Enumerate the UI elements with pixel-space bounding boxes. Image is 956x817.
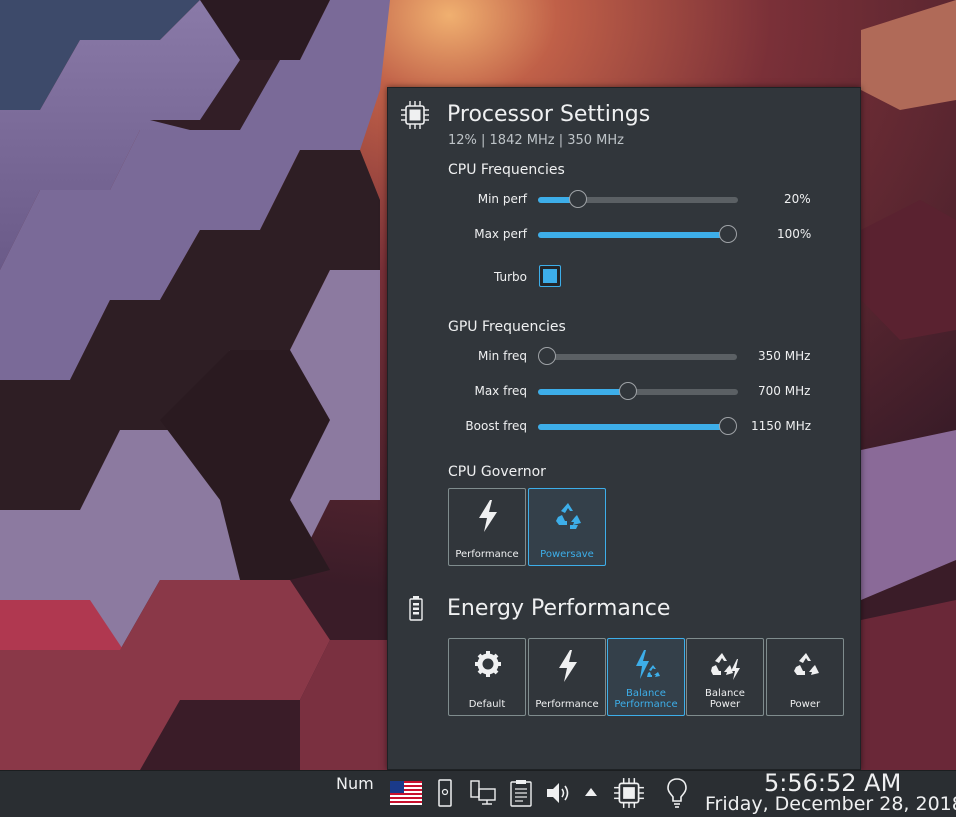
button-label: Power	[789, 699, 821, 710]
max-perf-value: 100%	[777, 227, 812, 241]
us-flag-icon[interactable]	[390, 781, 422, 805]
cpu-chip-icon[interactable]	[613, 777, 645, 809]
checkbox-checkmark	[543, 269, 557, 283]
expand-arrow-icon[interactable]	[584, 787, 598, 797]
turbo-checkbox[interactable]	[539, 265, 561, 287]
slider-fill	[538, 232, 728, 238]
energy-performance-title: Energy Performance	[447, 596, 671, 621]
num-lock-indicator: Num	[336, 774, 374, 793]
min-perf-label: Min perf	[477, 192, 527, 206]
max-freq-label: Max freq	[474, 384, 527, 398]
label-line-2: Performance	[614, 699, 678, 710]
volume-icon[interactable]	[545, 780, 573, 806]
clipboard-icon[interactable]	[509, 779, 533, 807]
energy-power-button[interactable]: Power	[766, 638, 844, 716]
popup-title: Processor Settings	[447, 102, 651, 127]
network-icon[interactable]	[469, 779, 497, 807]
energy-performance-button[interactable]: Performance	[528, 638, 606, 716]
button-label: Performance	[455, 549, 519, 560]
phone-icon[interactable]	[437, 779, 453, 807]
lightning-recycle-icon	[636, 650, 660, 679]
min-freq-label: Min freq	[477, 349, 527, 363]
cpu-governor-heading: CPU Governor	[448, 464, 546, 480]
lightbulb-icon[interactable]	[665, 777, 689, 809]
label-line-1: Balance	[705, 688, 745, 699]
button-label: Default	[468, 699, 506, 710]
max-perf-label: Max perf	[474, 227, 527, 241]
slider-fill	[538, 389, 628, 395]
governor-performance-button[interactable]: Performance	[448, 488, 526, 566]
lightning-icon	[559, 650, 577, 682]
cpu-chip-icon	[401, 101, 429, 129]
gpu-frequencies-heading: GPU Frequencies	[448, 319, 566, 335]
boost-freq-slider[interactable]	[538, 417, 737, 435]
gear-icon	[475, 651, 501, 677]
label-line-1: Balance	[626, 688, 666, 699]
min-perf-value: 20%	[784, 192, 811, 206]
slider-handle[interactable]	[619, 382, 637, 400]
processor-settings-popup: Processor Settings 12% | 1842 MHz | 350 …	[387, 87, 861, 770]
recycle-icon	[794, 653, 819, 675]
taskbar: Num 5:56:52 AM Friday, December 28, 2018	[0, 769, 956, 817]
button-label: Balance Performance	[608, 688, 684, 710]
turbo-label: Turbo	[493, 270, 527, 284]
recycle-lightning-icon	[711, 653, 740, 680]
slider-handle[interactable]	[719, 225, 737, 243]
clock-date[interactable]: Friday, December 28, 2018	[705, 793, 956, 815]
energy-default-button[interactable]: Default	[448, 638, 526, 716]
min-freq-slider[interactable]	[538, 347, 737, 365]
energy-balance-power-button[interactable]: Balance Power	[686, 638, 764, 716]
min-freq-value: 350 MHz	[758, 349, 811, 363]
min-perf-slider[interactable]	[538, 190, 738, 208]
cpu-frequencies-heading: CPU Frequencies	[448, 162, 565, 178]
governor-powersave-button[interactable]: Powersave	[528, 488, 606, 566]
slider-handle[interactable]	[569, 190, 587, 208]
slider-handle[interactable]	[719, 417, 737, 435]
slider-handle[interactable]	[538, 347, 556, 365]
recycle-icon	[556, 503, 581, 529]
max-freq-slider[interactable]	[538, 382, 738, 400]
slider-fill	[538, 424, 728, 430]
button-label: Performance	[535, 699, 599, 710]
label-line-2: Power	[709, 699, 741, 710]
battery-icon	[409, 596, 423, 621]
max-perf-slider[interactable]	[538, 225, 737, 243]
max-freq-value: 700 MHz	[758, 384, 811, 398]
boost-freq-label: Boost freq	[465, 419, 527, 433]
cpu-status-summary: 12% | 1842 MHz | 350 MHz	[448, 133, 624, 148]
energy-balance-performance-button[interactable]: Balance Performance	[607, 638, 685, 716]
boost-freq-value: 1150 MHz	[751, 419, 812, 433]
button-label: Powersave	[540, 549, 594, 560]
button-label: Balance Power	[687, 688, 763, 710]
lightning-icon	[479, 500, 497, 532]
